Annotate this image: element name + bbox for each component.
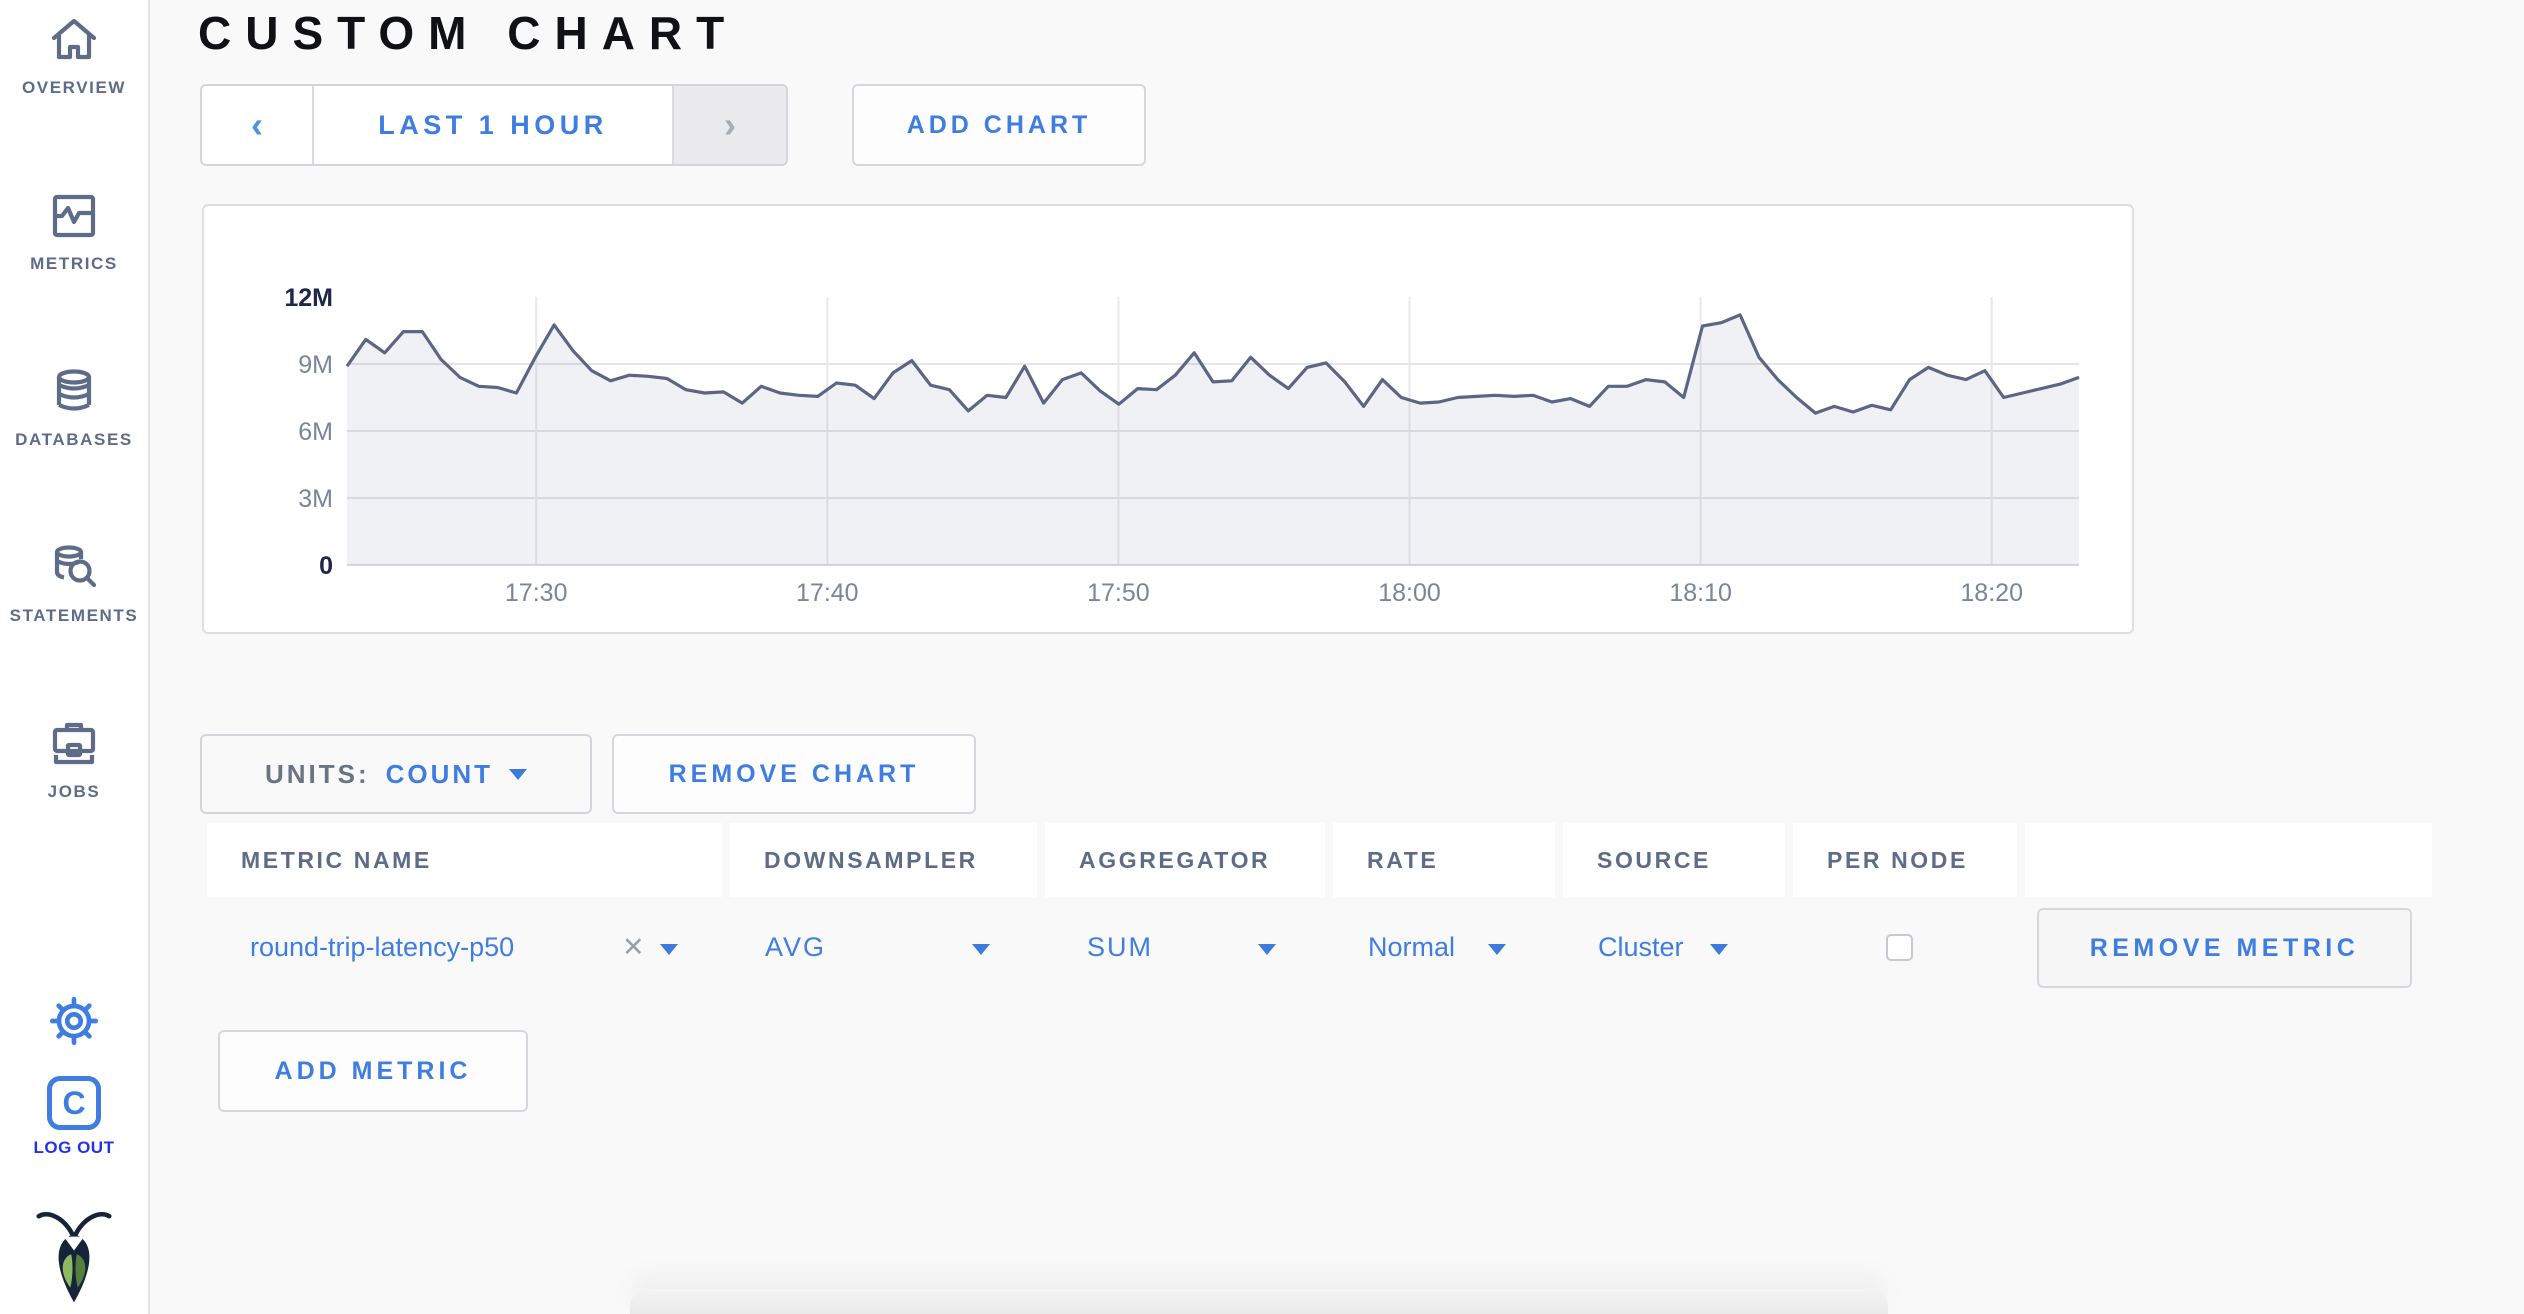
databases-icon: [56, 369, 92, 411]
gear-icon: [49, 996, 99, 1046]
source-dropdown[interactable]: Cluster: [1598, 932, 1684, 963]
timeseries-chart: 17:30 17:40 17:50 18:00 18:10 18:20 0 3M 6M 9M 12M: [284, 284, 2080, 607]
rate-caret-icon[interactable]: [1488, 944, 1506, 955]
sidebar-item-label: DATABASES: [15, 430, 133, 449]
logout-label: LOG OUT: [33, 1138, 115, 1157]
source-caret-icon[interactable]: [1710, 944, 1728, 955]
page-title: CUSTOM CHART: [198, 7, 739, 59]
custom-chart-page: OVERVIEW METRICS DATABASES STATEMENTS JO…: [0, 0, 2524, 1314]
svg-text:18:00: 18:00: [1378, 579, 1441, 607]
time-range-next-button[interactable]: ›: [672, 86, 786, 164]
sidebar-item-label: JOBS: [47, 782, 101, 801]
sidebar-settings[interactable]: [0, 992, 148, 1050]
units-value: COUNT: [385, 758, 494, 789]
time-range-dropdown[interactable]: LAST 1 HOUR: [314, 86, 672, 164]
metrics-table-header: METRIC NAME DOWNSAMPLER AGGREGATOR RATE …: [207, 823, 2432, 897]
sidebar-item-jobs[interactable]: JOBS: [0, 716, 148, 802]
sidebar-item-metrics[interactable]: METRICS: [0, 188, 148, 274]
downsampler-caret-icon[interactable]: [972, 944, 990, 955]
svg-text:18:10: 18:10: [1669, 579, 1732, 607]
per-node-checkbox[interactable]: [1886, 934, 1913, 961]
time-range-prev-button[interactable]: ‹: [202, 86, 314, 164]
column-header-metric-name: METRIC NAME: [207, 823, 722, 897]
chevron-down-icon: [509, 768, 528, 780]
sidebar: OVERVIEW METRICS DATABASES STATEMENTS JO…: [0, 0, 150, 1314]
cockroach-c-logo: C: [47, 1076, 101, 1130]
units-dropdown[interactable]: UNITS: COUNT: [200, 734, 592, 814]
jobs-icon: [52, 722, 96, 765]
downsampler-dropdown[interactable]: AVG: [765, 932, 826, 963]
cockroach-bug-icon: [36, 1212, 112, 1303]
column-header-actions: [2025, 823, 2432, 897]
column-header-downsampler: DOWNSAMPLER: [730, 823, 1037, 897]
sidebar-item-databases[interactable]: DATABASES: [0, 364, 148, 450]
statements-icon: [54, 545, 97, 588]
aggregator-dropdown[interactable]: SUM: [1087, 932, 1153, 963]
chevron-right-icon: ›: [724, 104, 736, 145]
svg-text:0: 0: [319, 552, 333, 580]
rate-dropdown[interactable]: Normal: [1368, 932, 1455, 963]
sidebar-item-label: OVERVIEW: [21, 78, 127, 97]
svg-text:17:40: 17:40: [796, 579, 859, 607]
svg-text:12M: 12M: [284, 284, 333, 312]
sidebar-item-label: METRICS: [30, 254, 118, 273]
remove-chart-button[interactable]: REMOVE CHART: [612, 734, 976, 814]
c-logo-letter: C: [62, 1084, 86, 1121]
column-header-rate: RATE: [1333, 823, 1555, 897]
column-header-source: SOURCE: [1563, 823, 1785, 897]
chevron-left-icon: ‹: [251, 104, 263, 145]
units-label: UNITS:: [264, 758, 370, 789]
column-header-aggregator: AGGREGATOR: [1045, 823, 1325, 897]
add-chart-button[interactable]: ADD CHART: [852, 84, 1146, 166]
add-metric-button[interactable]: ADD METRIC: [218, 1030, 528, 1112]
metric-name-dropdown[interactable]: round-trip-latency-p50: [250, 932, 514, 963]
metrics-icon: [52, 194, 96, 238]
sidebar-item-overview[interactable]: OVERVIEW: [0, 12, 148, 98]
svg-text:6M: 6M: [298, 418, 333, 446]
svg-text:17:50: 17:50: [1087, 579, 1150, 607]
metric-name-caret-icon[interactable]: [660, 944, 678, 955]
aggregator-caret-icon[interactable]: [1258, 944, 1276, 955]
svg-text:3M: 3M: [298, 485, 333, 513]
svg-text:18:20: 18:20: [1960, 579, 2023, 607]
remove-metric-button[interactable]: REMOVE METRIC: [2037, 908, 2412, 988]
sidebar-brand: [0, 1206, 148, 1308]
svg-text:9M: 9M: [298, 351, 333, 379]
sidebar-logout[interactable]: C LOG OUT: [0, 1076, 148, 1158]
chart-card: 17:30 17:40 17:50 18:00 18:10 18:20 0 3M 6M 9M 12M: [202, 204, 2134, 634]
sidebar-item-label: STATEMENTS: [9, 606, 139, 625]
bottom-overlay-shadow: [630, 1289, 1888, 1314]
metric-clear-icon[interactable]: ✕: [622, 932, 645, 963]
svg-text:17:30: 17:30: [505, 579, 568, 607]
column-header-per-node: PER NODE: [1793, 823, 2017, 897]
time-range-selector: ‹ LAST 1 HOUR ›: [200, 84, 788, 166]
home-icon: [51, 18, 97, 60]
sidebar-item-statements[interactable]: STATEMENTS: [0, 540, 148, 626]
